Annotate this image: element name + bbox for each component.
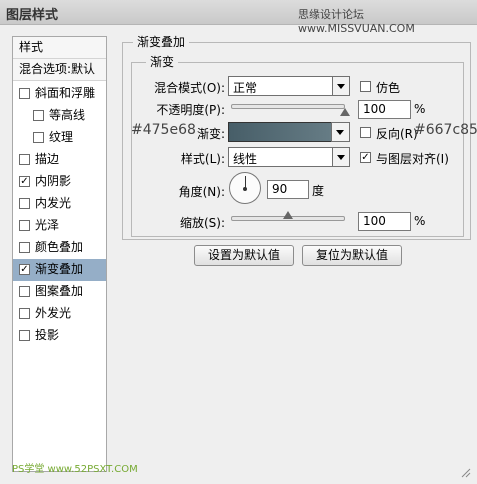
right-color-annotation: #667c85 — [414, 122, 477, 138]
align-layer-label: 与图层对齐(I) — [376, 152, 449, 166]
bevel-emboss-label: 斜面和浮雕 — [35, 86, 96, 100]
angle-pivot — [243, 187, 247, 191]
style-select[interactable]: 线性 — [228, 147, 350, 167]
gradient-title: 渐变 — [146, 55, 179, 69]
angle-value: 90 — [272, 182, 288, 196]
gradient-dropdown[interactable] — [331, 122, 350, 142]
inner-shadow-label: 内阴影 — [35, 174, 72, 188]
scale-value: 100 — [363, 214, 386, 228]
blend-mode-label: 混合模式(O): — [154, 81, 225, 95]
color-overlay-label: 颜色叠加 — [35, 240, 84, 254]
reverse-label: 反向(R) — [376, 127, 418, 141]
blending-options-item[interactable]: 混合选项:默认 — [13, 59, 106, 81]
opacity-unit: % — [414, 102, 426, 116]
angle-input[interactable]: 90 — [267, 180, 309, 199]
texture-label: 纹理 — [49, 130, 74, 144]
layer-style-dialog: 图层样式 思缘设计论坛 www.MISSVUAN.COM 样式 混合选项:默认 … — [0, 0, 477, 484]
outer-glow-checkbox[interactable] — [19, 308, 30, 319]
resize-grip-icon[interactable] — [459, 466, 471, 478]
drop-shadow-label: 投影 — [35, 328, 60, 342]
footer-watermark: PS学堂 www.52PSXT.COM — [12, 464, 138, 475]
texture-checkbox[interactable] — [33, 132, 44, 143]
blend-mode-value: 正常 — [233, 81, 258, 95]
pattern-overlay-checkbox[interactable] — [19, 286, 30, 297]
sidebar-item-texture[interactable]: 纹理 — [13, 127, 106, 149]
scale-label: 缩放(S): — [179, 216, 225, 230]
align-layer-checkbox[interactable]: ✓ — [360, 152, 371, 163]
title-bar[interactable]: 图层样式 思缘设计论坛 www.MISSVUAN.COM — [0, 0, 477, 35]
gradient-overlay-label: 渐变叠加 — [35, 262, 84, 276]
inner-glow-label: 内发光 — [35, 196, 72, 210]
stroke-label: 描边 — [35, 152, 60, 166]
sidebar-item-inner-glow[interactable]: 内发光 — [13, 193, 106, 215]
angle-label: 角度(N): — [178, 185, 225, 199]
contour-checkbox[interactable] — [33, 110, 44, 121]
pattern-overlay-label: 图案叠加 — [35, 284, 84, 298]
satin-label: 光泽 — [35, 218, 60, 232]
style-label: 样式(L): — [180, 152, 225, 166]
sidebar-item-bevel-emboss[interactable]: 斜面和浮雕 — [13, 83, 106, 105]
gradient-overlay-title: 渐变叠加 — [133, 35, 190, 49]
chevron-down-icon — [332, 77, 349, 95]
opacity-input[interactable]: 100 — [358, 100, 411, 119]
inner-glow-checkbox[interactable] — [19, 198, 30, 209]
scale-input[interactable]: 100 — [358, 212, 411, 231]
chevron-down-icon — [332, 148, 349, 166]
bevel-emboss-checkbox[interactable] — [19, 88, 30, 99]
scale-unit: % — [414, 214, 426, 228]
sidebar-item-pattern-overlay[interactable]: 图案叠加 — [13, 281, 106, 303]
sidebar-item-outer-glow[interactable]: 外发光 — [13, 303, 106, 325]
sidebar-item-inner-shadow[interactable]: ✓ 内阴影 — [13, 171, 106, 193]
satin-checkbox[interactable] — [19, 220, 30, 231]
sidebar-item-gradient-overlay[interactable]: ✓ 渐变叠加 — [13, 259, 106, 281]
dither-checkbox[interactable] — [360, 81, 371, 92]
sidebar-item-drop-shadow[interactable]: 投影 — [13, 325, 106, 347]
dialog-title: 图层样式 — [6, 8, 59, 23]
chevron-down-icon — [332, 123, 349, 141]
sidebar-item-color-overlay[interactable]: 颜色叠加 — [13, 237, 106, 259]
blend-mode-select[interactable]: 正常 — [228, 76, 350, 96]
style-value: 线性 — [233, 152, 258, 166]
reset-default-button[interactable]: 复位为默认值 — [302, 245, 402, 266]
gradient-label: 渐变: — [196, 127, 225, 141]
contour-label: 等高线 — [49, 108, 86, 122]
scale-slider-thumb[interactable] — [283, 211, 293, 219]
angle-unit: 度 — [312, 184, 325, 198]
color-overlay-checkbox[interactable] — [19, 242, 30, 253]
sidebar-item-stroke[interactable]: 描边 — [13, 149, 106, 171]
opacity-value: 100 — [363, 102, 386, 116]
dither-label: 仿色 — [376, 81, 401, 95]
gradient-overlay-checkbox[interactable]: ✓ — [19, 264, 30, 275]
forum-watermark: 思缘设计论坛 www.MISSVUAN.COM — [298, 8, 415, 35]
gradient-picker[interactable] — [228, 122, 332, 142]
inner-shadow-checkbox[interactable]: ✓ — [19, 176, 30, 187]
blending-options-label: 混合选项:默认 — [19, 62, 96, 76]
drop-shadow-checkbox[interactable] — [19, 330, 30, 341]
sidebar-item-satin[interactable]: 光泽 — [13, 215, 106, 237]
left-color-annotation: #475e68 — [131, 122, 196, 138]
styles-header[interactable]: 样式 — [13, 37, 106, 59]
outer-glow-label: 外发光 — [35, 306, 72, 320]
angle-dial[interactable] — [229, 172, 261, 204]
opacity-slider-thumb[interactable] — [340, 108, 350, 116]
set-default-button[interactable]: 设置为默认值 — [194, 245, 294, 266]
reverse-checkbox[interactable] — [360, 127, 371, 138]
styles-list: 样式 混合选项:默认 斜面和浮雕 等高线 纹理 描边 ✓ 内阴影 内发光 光泽 … — [12, 36, 107, 472]
styles-header-label: 样式 — [19, 40, 44, 54]
opacity-slider[interactable] — [231, 104, 345, 109]
opacity-label: 不透明度(P): — [156, 103, 225, 117]
sidebar-item-contour[interactable]: 等高线 — [13, 105, 106, 127]
stroke-checkbox[interactable] — [19, 154, 30, 165]
